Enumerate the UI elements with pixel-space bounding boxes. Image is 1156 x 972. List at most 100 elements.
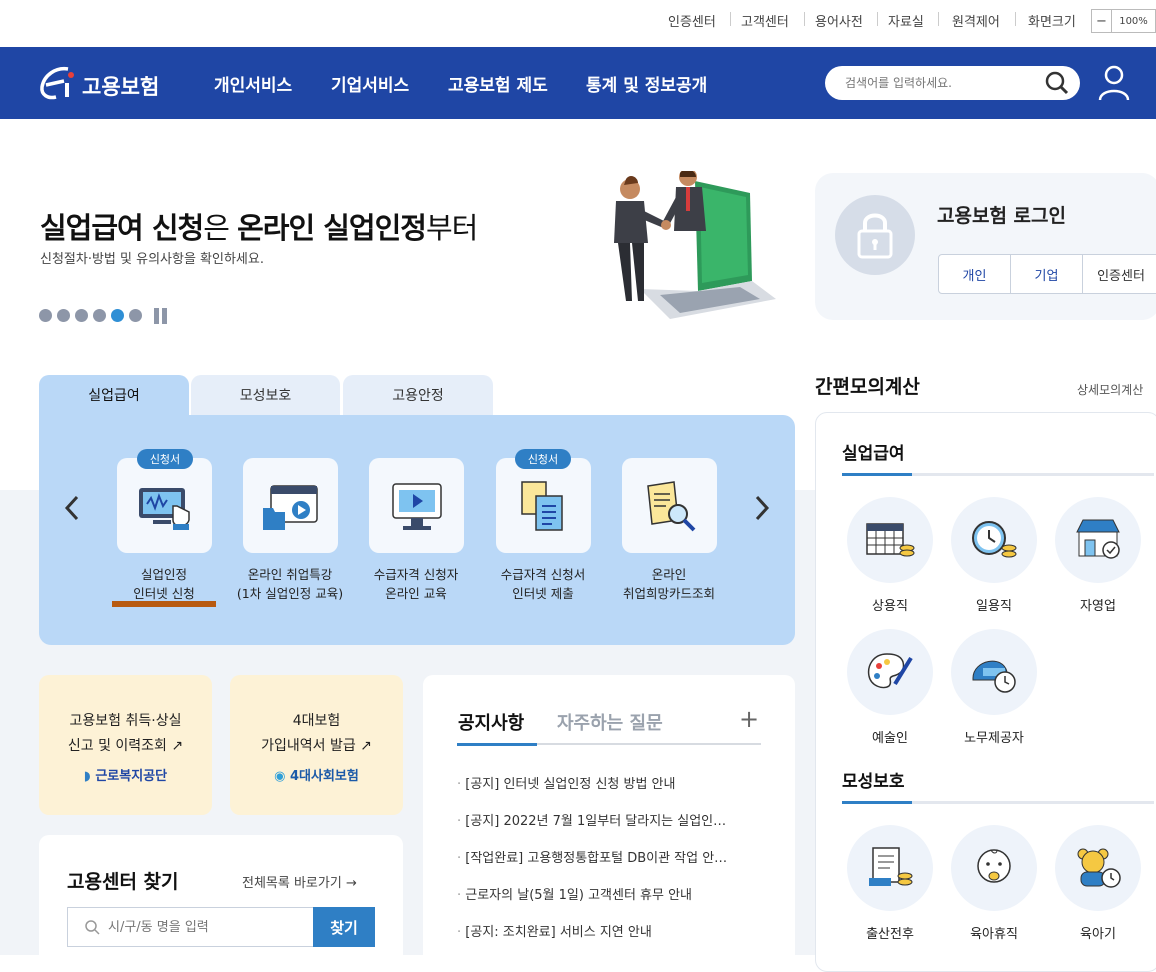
- handshake-illustration: [614, 171, 776, 319]
- arrow-right-icon: →: [345, 876, 357, 891]
- calc-item-maternity[interactable]: 출산전후: [840, 825, 940, 942]
- logo-text: 고용보험: [82, 75, 160, 99]
- service-card-unemployment-cert[interactable]: [117, 458, 212, 553]
- card-social-insurance[interactable]: 4대보험 가입내역서 발급 ↗ ◉ 4대사회보험: [230, 675, 403, 815]
- document-coins-icon: [869, 847, 913, 886]
- active-tab-indicator: [457, 743, 537, 746]
- search-input[interactable]: [845, 73, 1035, 93]
- screen-size-label: 화면크기: [1028, 15, 1076, 30]
- monitor-play-icon: [392, 483, 442, 530]
- view-all-link[interactable]: 전체목록 바로가기 →: [242, 872, 357, 891]
- pause-icon[interactable]: [152, 308, 169, 324]
- slide-dot[interactable]: [129, 309, 142, 322]
- calc-item-labor-provider[interactable]: 노무제공자: [944, 629, 1044, 746]
- center-search-button[interactable]: 찾기: [313, 907, 375, 947]
- chevron-right-icon[interactable]: [753, 495, 771, 521]
- palette-icon: [867, 653, 913, 689]
- utility-bar: 인증센터 고객센터 용어사전 자료실 원격제어 화면크기 − 100%: [0, 0, 1156, 47]
- tab-maternity-protection[interactable]: 모성보호: [191, 375, 340, 415]
- calc-item-regular[interactable]: 상용직: [840, 497, 940, 614]
- menu-statistics[interactable]: 통계 및 정보공개: [586, 71, 707, 96]
- tab-unemployment-benefit[interactable]: 실업급여: [39, 375, 189, 415]
- slide-dot[interactable]: [57, 309, 70, 322]
- card-insurance-report[interactable]: 고용보험 취득·상실 신고 및 이력조회 ↗ ◗ 근로복지공단: [39, 675, 212, 815]
- service-label: 온라인 취업희망카드조회: [622, 567, 715, 601]
- user-icon[interactable]: [1097, 64, 1131, 102]
- card-text: 4대보험 가입내역서 발급 ↗: [261, 713, 372, 754]
- notice-panel: 공지사항 자주하는 질문 + · [공지] 인터넷 실업인정 신청 방법 안내 …: [423, 675, 795, 965]
- service-card-online-education[interactable]: [369, 458, 464, 553]
- menu-personal-service[interactable]: 개인서비스: [214, 71, 292, 96]
- video-lecture-icon: [263, 485, 318, 530]
- tab-notice[interactable]: 공지사항: [458, 709, 524, 735]
- login-personal-button[interactable]: 개인: [938, 254, 1011, 294]
- divider: [842, 473, 1154, 476]
- chevron-left-icon[interactable]: [63, 495, 81, 521]
- detail-calc-link[interactable]: 상세모의계산: [1077, 381, 1143, 398]
- documents-icon: [521, 481, 563, 531]
- search-icon: [85, 920, 100, 935]
- divider: [877, 12, 878, 26]
- divider: [804, 12, 805, 26]
- slide-dot-active[interactable]: [111, 309, 124, 322]
- monitor-signature-icon: [139, 488, 190, 530]
- search-box: [825, 66, 1080, 100]
- util-link-customer-center[interactable]: 고객센터: [741, 11, 789, 30]
- hero-subtitle: 신청절차·방법 및 유의사항을 확인하세요.: [40, 252, 264, 267]
- card-text: 고용보험 취득·상실 신고 및 이력조회 ↗: [67, 713, 184, 754]
- document-magnifier-icon: [647, 481, 696, 532]
- tab-faq[interactable]: 자주하는 질문: [557, 709, 663, 735]
- divider: [730, 12, 731, 26]
- application-badge: 신청서: [515, 449, 571, 469]
- center-finder-title: 고용센터 찾기: [67, 871, 179, 893]
- service-card-qualification-submit[interactable]: [496, 458, 591, 553]
- notice-item[interactable]: · [작업완료] 고용행정통합포털 DB이관 작업 안…: [457, 847, 757, 866]
- notice-item[interactable]: · [공지: 조치완료] 서비스 지연 안내: [457, 921, 757, 940]
- zoom-control: − 100%: [1091, 9, 1156, 33]
- notice-item[interactable]: · [공지] 2022년 7월 1일부터 달라지는 실업인…: [457, 810, 757, 829]
- zoom-out-button[interactable]: −: [1092, 10, 1112, 32]
- notice-item[interactable]: · [공지] 인터넷 실업인정 신청 방법 안내: [457, 773, 757, 792]
- util-link-glossary[interactable]: 용어사전: [815, 11, 863, 30]
- teddy-bear-icon: [1077, 848, 1121, 888]
- calc-section-title: 모성보호: [842, 772, 905, 792]
- slide-dot[interactable]: [75, 309, 88, 322]
- slide-dot[interactable]: [93, 309, 106, 322]
- main-navigation: 고용보험 개인서비스 기업서비스 고용보험 제도 통계 및 정보공개: [0, 47, 1156, 119]
- util-link-auth-center[interactable]: 인증센터: [668, 11, 716, 30]
- hero-headline: 실업급여 신청은 온라인 실업인정부터: [40, 211, 478, 245]
- logo[interactable]: 고용보험: [38, 63, 178, 103]
- slide-dot[interactable]: [39, 309, 52, 322]
- more-plus-icon[interactable]: +: [739, 705, 759, 733]
- center-search-input[interactable]: [108, 917, 298, 937]
- center-finder: 고용센터 찾기 전체목록 바로가기 → 찾기: [39, 835, 403, 965]
- calc-title: 간편모의계산: [815, 376, 920, 398]
- service-card-job-card[interactable]: [622, 458, 717, 553]
- helmet-clock-icon: [972, 660, 1016, 693]
- divider: [938, 12, 939, 26]
- menu-insurance-system[interactable]: 고용보험 제도: [448, 71, 548, 96]
- highlight-underline: [112, 601, 216, 607]
- org-logo-4insure: ◉ 4대사회보험: [274, 769, 359, 784]
- login-business-button[interactable]: 기업: [1010, 254, 1083, 294]
- search-icon[interactable]: [1044, 70, 1070, 96]
- calc-item-childcare[interactable]: 육아기: [1048, 825, 1148, 942]
- tab-employment-stability[interactable]: 고용안정: [343, 375, 493, 415]
- login-cert-center-button[interactable]: 인증센터: [1082, 254, 1156, 294]
- store-icon: [1076, 519, 1120, 559]
- center-search-box: [67, 907, 314, 947]
- org-logo-kcomwel: ◗ 근로복지공단: [83, 769, 168, 784]
- service-card-online-lecture[interactable]: [243, 458, 338, 553]
- calc-section-title: 실업급여: [842, 444, 905, 464]
- menu-business-service[interactable]: 기업서비스: [331, 71, 409, 96]
- util-link-remote-control[interactable]: 원격제어: [952, 11, 1000, 30]
- login-box: 고용보험 로그인 개인 기업 인증센터: [815, 173, 1156, 320]
- notice-item[interactable]: · 근로자의 날(5월 1일) 고객센터 휴무 안내: [457, 884, 757, 903]
- calc-item-artist[interactable]: 예술인: [840, 629, 940, 746]
- external-link-icon: ↗: [171, 738, 184, 754]
- calc-item-parental-leave[interactable]: 육아휴직: [944, 825, 1044, 942]
- util-link-library[interactable]: 자료실: [888, 11, 924, 30]
- calc-item-daily[interactable]: 일용직: [944, 497, 1044, 614]
- calc-item-self-employed[interactable]: 자영업: [1048, 497, 1148, 614]
- external-link-icon: ↗: [360, 738, 372, 754]
